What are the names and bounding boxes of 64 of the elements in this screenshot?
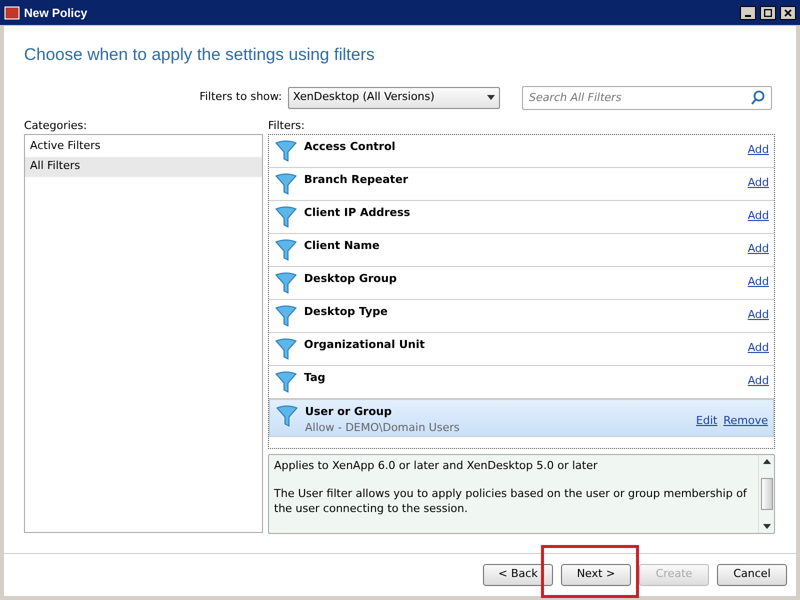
search-field[interactable]: Search All Filters bbox=[522, 86, 772, 110]
minimize-icon bbox=[745, 14, 751, 16]
filter-name: Access Control bbox=[304, 138, 396, 154]
filter-action-link[interactable]: Add bbox=[748, 174, 769, 191]
filter-name: Client IP Address bbox=[304, 204, 412, 220]
filter-row[interactable]: Desktop Type Add bbox=[269, 300, 774, 332]
filters-label: Filters: bbox=[268, 118, 306, 134]
funnel-icon bbox=[274, 138, 298, 162]
page-heading: Choose when to apply the settings using filters bbox=[24, 44, 376, 66]
filter-row[interactable]: Branch Repeater Add bbox=[269, 168, 774, 200]
filter-name: Desktop Group bbox=[304, 270, 398, 286]
dropdown-arrow-icon bbox=[487, 95, 495, 100]
maximize-button[interactable] bbox=[760, 6, 776, 20]
funnel-icon bbox=[274, 336, 298, 360]
filter-action-link[interactable]: Add bbox=[748, 142, 769, 158]
categories-label: Categories: bbox=[24, 118, 88, 134]
filter-row[interactable]: Client Name Add bbox=[269, 234, 774, 266]
app-icon bbox=[4, 4, 20, 20]
filter-detail: Allow - DEMO\Domain Users bbox=[305, 420, 461, 436]
filters-to-show-label: Filters to show: bbox=[199, 89, 282, 106]
scroll-down-icon bbox=[762, 524, 770, 528]
funnel-icon bbox=[274, 172, 298, 196]
minimize-button[interactable] bbox=[740, 6, 756, 20]
filter-row[interactable]: Desktop Group Add bbox=[269, 266, 774, 300]
filter-row[interactable]: User or Group Allow - DEMO\Domain Users Edit Remove bbox=[269, 398, 774, 436]
funnel-icon bbox=[274, 370, 298, 394]
wizard-button[interactable]: Next > bbox=[561, 564, 631, 586]
filter-name: Branch Repeater bbox=[304, 172, 410, 188]
category-item[interactable]: Active Filters bbox=[25, 136, 262, 156]
filter-row[interactable]: Client IP Address Add bbox=[269, 200, 774, 234]
funnel-icon bbox=[274, 304, 298, 328]
filter-action-link[interactable]: Add bbox=[748, 306, 769, 323]
funnel-icon bbox=[274, 238, 298, 262]
description-text: Applies to XenApp 6.0 or later and XenDesktop 5.0 or later bbox=[274, 458, 599, 472]
scroll-up-icon bbox=[762, 458, 770, 464]
description-text: The User filter allows you to apply policies based on the user or group membership of the user connecting to the session. bbox=[274, 486, 748, 516]
wizard-button[interactable]: Cancel bbox=[717, 564, 787, 586]
scroll-thumb[interactable] bbox=[760, 478, 772, 510]
funnel-icon bbox=[274, 204, 298, 228]
filter-action-link[interactable]: Add bbox=[748, 208, 769, 224]
filter-name: Tag bbox=[304, 370, 326, 386]
filter-name: Client Name bbox=[304, 238, 381, 254]
wizard-button[interactable]: < Back bbox=[483, 564, 553, 586]
filter-name: User or Group bbox=[305, 404, 393, 420]
close-icon bbox=[784, 8, 792, 16]
funnel-icon bbox=[275, 404, 299, 428]
maximize-icon bbox=[764, 8, 772, 16]
scrollbar[interactable] bbox=[758, 454, 774, 532]
filter-action-link[interactable]: Add bbox=[748, 274, 769, 290]
filter-action-link[interactable]: Remove bbox=[723, 412, 768, 429]
search-icon bbox=[750, 90, 766, 106]
filter-action-link[interactable]: Edit bbox=[696, 412, 718, 429]
filter-action-link[interactable]: Add bbox=[748, 240, 769, 257]
filter-row[interactable]: Access Control Add bbox=[269, 134, 774, 168]
filter-name: Desktop Type bbox=[304, 304, 389, 320]
filter-action-link[interactable]: Add bbox=[748, 372, 769, 389]
filters-dropdown[interactable]: XenDesktop (All Versions) bbox=[288, 86, 500, 108]
filter-action-link[interactable]: Add bbox=[748, 340, 769, 356]
window-title: New Policy bbox=[24, 4, 88, 22]
filter-row[interactable]: Organizational Unit Add bbox=[269, 332, 774, 366]
filter-name: Organizational Unit bbox=[304, 336, 426, 352]
close-button[interactable] bbox=[780, 6, 796, 20]
category-item[interactable]: All Filters bbox=[25, 156, 262, 176]
funnel-icon bbox=[274, 270, 298, 294]
